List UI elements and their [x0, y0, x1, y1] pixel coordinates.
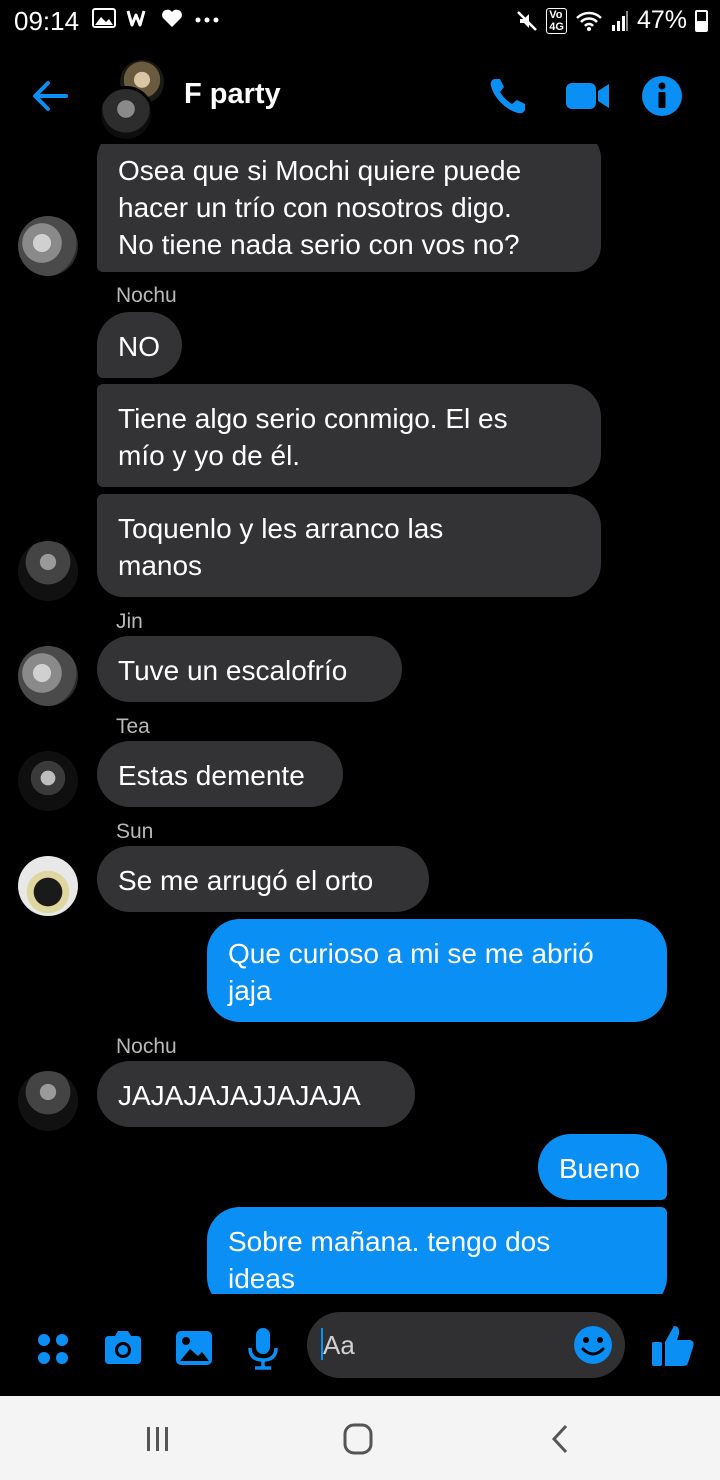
avatar[interactable] — [18, 216, 78, 276]
image-icon — [92, 8, 116, 28]
message-bubble[interactable]: Tiene algo serio conmigo. El es mío y yo… — [97, 384, 601, 487]
sender-name: Sun — [116, 820, 154, 843]
heart-icon — [162, 9, 182, 27]
recents-icon[interactable] — [138, 1422, 178, 1456]
message-input[interactable]: Aa — [307, 1312, 625, 1378]
message-composer: Aa — [0, 1300, 720, 1396]
avatar[interactable] — [18, 1071, 78, 1131]
message-bubble[interactable]: Sobre mañana. tengo dos ideas — [207, 1207, 667, 1294]
thumbs-up-icon[interactable] — [650, 1322, 696, 1370]
battery-percent: 47% — [636, 6, 687, 34]
microphone-icon[interactable] — [241, 1324, 285, 1372]
avatar[interactable] — [18, 856, 78, 916]
more-dots-icon — [195, 17, 219, 23]
sender-name: Tea — [116, 715, 150, 738]
sender-name: Nochu — [116, 284, 177, 307]
phone-icon[interactable] — [486, 74, 530, 118]
avatar[interactable] — [18, 541, 78, 601]
message-bubble[interactable]: Tuve un escalofrío — [97, 636, 402, 702]
message-bubble[interactable]: JAJAJAJAJJAJAJA — [97, 1061, 415, 1127]
chat-title[interactable]: F party — [184, 78, 281, 111]
mute-icon — [517, 10, 538, 31]
volte-icon: Vo 4G — [546, 7, 567, 34]
group-member-avatar — [98, 86, 154, 142]
battery-icon — [695, 9, 708, 32]
sender-name: Jin — [116, 610, 143, 633]
apps-icon[interactable] — [32, 1324, 76, 1372]
info-icon[interactable] — [640, 74, 684, 118]
back-icon[interactable] — [542, 1422, 582, 1456]
avatar[interactable] — [18, 646, 78, 706]
notification-icons — [92, 8, 220, 28]
sender-name: Nochu — [116, 1035, 177, 1058]
message-bubble[interactable]: Osea que si Mochi quiere puede hacer un … — [97, 144, 601, 272]
system-nav-bar — [0, 1396, 720, 1480]
message-bubble[interactable]: NO — [97, 312, 182, 378]
message-bubble[interactable]: Bueno — [538, 1134, 667, 1200]
message-bubble[interactable]: Toquenlo y les arranco las manos — [97, 494, 601, 597]
status-time: 09:14 — [14, 6, 80, 36]
w-app-icon — [126, 10, 146, 27]
message-input-placeholder: Aa — [323, 1330, 355, 1360]
message-bubble[interactable]: Estas demente — [97, 741, 343, 807]
wifi-icon — [576, 11, 602, 31]
video-camera-icon[interactable] — [565, 74, 611, 118]
arrow-left-icon[interactable] — [28, 74, 72, 118]
message-bubble[interactable]: Que curioso a mi se me abrió jaja — [207, 919, 667, 1022]
camera-icon[interactable] — [101, 1324, 145, 1372]
avatar[interactable] — [18, 751, 78, 811]
group-avatar[interactable] — [98, 60, 170, 142]
chat-header: F party — [0, 50, 720, 144]
message-bubble[interactable]: Se me arrugó el orto — [97, 846, 429, 912]
signal-icon — [611, 10, 628, 31]
emoji-icon[interactable] — [571, 1323, 615, 1367]
home-icon[interactable] — [338, 1422, 378, 1456]
system-status-icons: Vo 4G 47% — [516, 6, 708, 35]
gallery-icon[interactable] — [172, 1324, 216, 1372]
message-list[interactable]: Osea que si Mochi quiere puede hacer un … — [0, 144, 720, 1294]
status-bar: 09:14 Vo 4G 47% — [0, 0, 720, 44]
